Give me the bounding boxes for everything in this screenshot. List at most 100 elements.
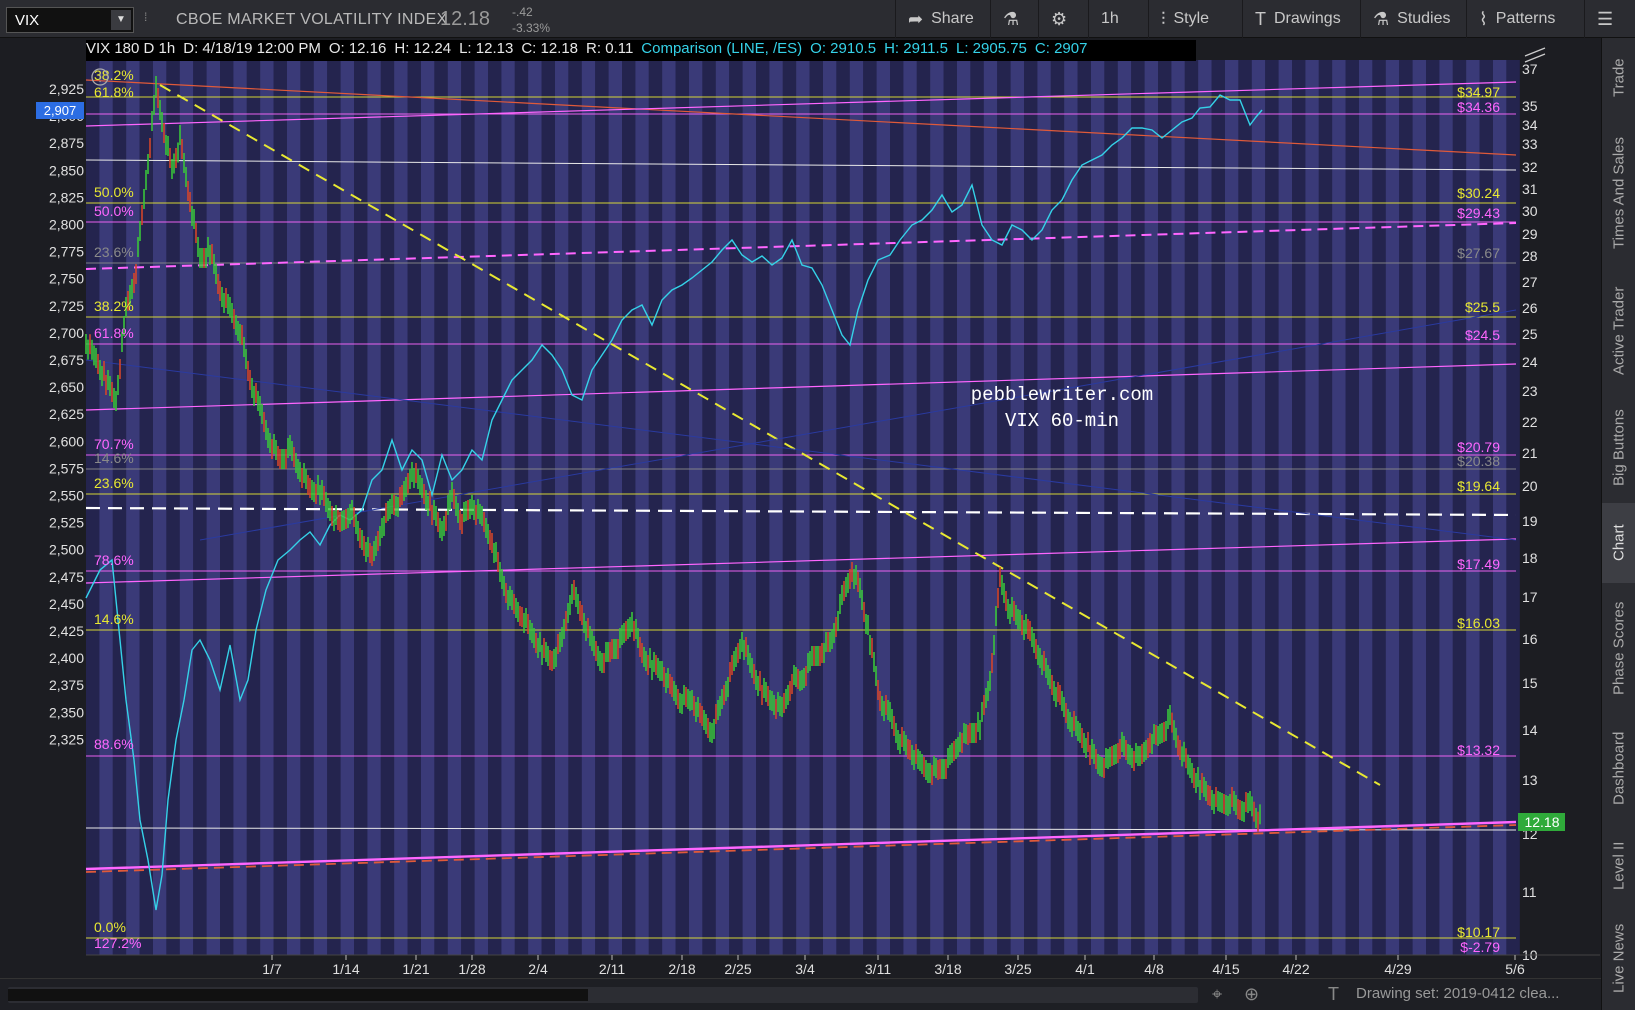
patterns-button[interactable]: ⌇ Patterns: [1466, 0, 1584, 38]
es-axis-tick: 2,625: [49, 406, 84, 422]
bar-close: C: 12.18: [521, 40, 579, 57]
link-grip-icon[interactable]: ⁞: [144, 10, 152, 28]
time-band: [608, 60, 622, 955]
vix-axis-tick: 19: [1522, 513, 1538, 529]
text-tool-icon[interactable]: T: [1328, 984, 1339, 1005]
price-label-right: $30.24: [1457, 185, 1500, 201]
time-band: [1506, 60, 1520, 955]
time-band: [1318, 60, 1333, 955]
studies-label: Studies: [1397, 10, 1451, 27]
time-band: [782, 60, 797, 955]
tab-phase-scores[interactable]: Phase Scores: [1602, 583, 1635, 713]
chart-plot-area[interactable]: 61.8%38.2%50.0%50.0%23.6%38.2%61.8%70.7%…: [0, 38, 1600, 993]
time-band: [1158, 60, 1172, 955]
tab-live-news[interactable]: Live News: [1602, 908, 1635, 1008]
time-band: [581, 60, 596, 955]
time-band: [501, 60, 515, 955]
tab-big-buttons[interactable]: Big Buttons: [1602, 393, 1635, 503]
percent-change: -3.33%: [512, 21, 551, 35]
drawing-set-selector[interactable]: Drawing set: 2019-0412 clea...: [1356, 985, 1591, 1005]
time-band: [635, 60, 649, 955]
vix-axis-tick: 30: [1522, 203, 1538, 219]
es-axis-tick: 2,650: [49, 379, 84, 395]
time-tick-label: 5/6: [1505, 961, 1525, 977]
time-band: [930, 60, 944, 955]
es-axis-tick: 2,375: [49, 677, 84, 693]
time-scrollbar[interactable]: [8, 987, 1198, 1003]
bar-open: O: 12.16: [328, 40, 387, 57]
price-label-right: $-2.79: [1460, 939, 1500, 955]
symbol-dropdown-icon[interactable]: ▼: [111, 10, 131, 30]
time-band: [1117, 60, 1132, 955]
price-label-right: $34.36: [1457, 99, 1500, 115]
fib-label-left: 14.6%: [94, 450, 134, 466]
tab-level-ii[interactable]: Level II: [1602, 823, 1635, 908]
es-badge-text: 2,907: [44, 103, 77, 118]
time-tick-label: 4/15: [1212, 961, 1239, 977]
tab-chart[interactable]: Chart: [1602, 503, 1635, 583]
time-band: [916, 60, 931, 955]
time-tick-label: 3/18: [934, 961, 961, 977]
vix-axis-tick: 26: [1522, 300, 1538, 316]
price-label-right: $13.32: [1457, 742, 1500, 758]
time-tick-label: 4/8: [1144, 961, 1164, 977]
time-tick-label: 2/25: [724, 961, 751, 977]
es-current-badge: 2,907: [36, 102, 84, 119]
time-band: [997, 60, 1011, 955]
symbol-input[interactable]: VIX ▼: [6, 7, 134, 33]
drawings-label: Drawings: [1274, 10, 1341, 27]
time-band: [1426, 60, 1440, 955]
vix-axis-tick: 35: [1522, 98, 1538, 114]
vix-axis-tick: 20: [1522, 478, 1538, 494]
price-label-right: $29.43: [1457, 205, 1500, 221]
time-band: [1332, 60, 1346, 955]
vix-axis-tick: 33: [1522, 136, 1538, 152]
time-band: [1359, 60, 1373, 955]
time-band: [1050, 60, 1065, 955]
time-tick-label: 4/29: [1384, 961, 1411, 977]
vix-current-badge: 12.18: [1518, 813, 1565, 831]
tab-times-and-sales[interactable]: Times And Sales: [1602, 118, 1635, 268]
time-band: [729, 60, 743, 955]
time-band: [648, 60, 663, 955]
time-band: [246, 60, 261, 955]
time-band: [555, 60, 569, 955]
zoom-icon[interactable]: ⊕: [1244, 984, 1259, 1005]
time-band: [1372, 60, 1386, 955]
drawings-button[interactable]: T Drawings: [1242, 0, 1360, 38]
flask-button[interactable]: ⚗: [990, 0, 1038, 38]
time-band: [769, 60, 783, 955]
bar-date: D: 4/18/19 12:00 PM: [183, 40, 321, 57]
price-change: -.42 -3.33%: [512, 4, 550, 36]
style-button[interactable]: ⫶ Style: [1148, 0, 1242, 38]
bar-range: R: 0.11: [586, 40, 634, 57]
tab-dashboard[interactable]: Dashboard: [1602, 713, 1635, 823]
vix-axis-tick: 31: [1522, 181, 1538, 197]
time-band: [702, 60, 716, 955]
fib-label-left: 61.8%: [94, 84, 134, 100]
flask-icon: ⚗: [1373, 8, 1390, 29]
price-label-right: $16.03: [1457, 615, 1500, 631]
fib-label-left: 78.6%: [94, 552, 134, 568]
tab-trade[interactable]: Trade: [1602, 38, 1635, 118]
tab-active-trader[interactable]: Active Trader: [1602, 268, 1635, 393]
chart-info-bar: VIX 180 D 1h D: 4/18/19 12:00 PM O: 12.1…: [86, 40, 1096, 61]
es-axis-tick: 2,325: [49, 731, 84, 747]
share-button[interactable]: ➦ Share: [895, 0, 990, 38]
time-band: [1184, 60, 1199, 955]
time-band: [1077, 60, 1091, 955]
comparison-open: O: 2910.5: [810, 40, 877, 57]
time-band: [943, 60, 957, 955]
settings-button[interactable]: ⚙: [1038, 0, 1088, 38]
timeframe-button[interactable]: 1h: [1088, 0, 1148, 38]
study-label: VIX 180 D 1h: [86, 40, 176, 57]
studies-button[interactable]: ⚗ Studies: [1360, 0, 1466, 38]
cursor-icon[interactable]: ⌖: [1212, 984, 1222, 1005]
time-band: [662, 60, 676, 955]
time-band: [1010, 60, 1024, 955]
scrollbar-thumb[interactable]: [8, 989, 588, 1001]
time-band: [287, 60, 301, 955]
menu-button[interactable]: ☰: [1584, 0, 1635, 38]
time-band: [876, 60, 890, 955]
chart-toolbar: VIX ▼ ⁞ CBOE MARKET VOLATILITY INDEX 12.…: [0, 0, 1635, 38]
